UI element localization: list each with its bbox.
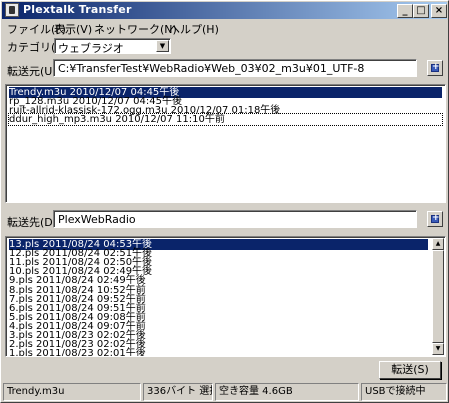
- menu-help[interactable]: ヘルプ(H): [169, 21, 219, 37]
- menu-view[interactable]: 表示(V): [54, 21, 92, 37]
- add-folder-icon: [431, 213, 440, 223]
- destination-field[interactable]: PlexWebRadio: [53, 210, 417, 228]
- transfer-button[interactable]: 転送(S): [379, 361, 441, 379]
- list-item[interactable]: ddur_high_mp3.m3u 2010/12/07 11:10午前: [8, 113, 443, 127]
- scroll-up-icon[interactable]: ▲: [432, 238, 444, 250]
- close-button[interactable]: ×: [431, 4, 447, 18]
- status-connection: USBで接続中: [361, 383, 447, 401]
- list-item[interactable]: 1.pls 2011/08/23 02:01午後: [9, 348, 146, 356]
- app-icon: [5, 3, 19, 17]
- status-file: Trendy.m3u: [3, 383, 141, 401]
- category-select[interactable]: ウェブラジオ ▼: [54, 38, 171, 55]
- add-folder-icon: [431, 62, 440, 72]
- source-path-value: C:¥TransferTest¥WebRadio¥Web_03¥02_m3u¥0…: [58, 62, 365, 75]
- menu-bar: ファイル(F) 表示(V) ネットワーク(N) ヘルプ(H): [2, 19, 447, 36]
- category-value: ウェブラジオ: [58, 42, 124, 55]
- browse-destination-button[interactable]: [427, 211, 443, 227]
- destination-value: PlexWebRadio: [58, 213, 136, 226]
- window-title: Plextalk Transfer: [23, 3, 132, 16]
- menu-network[interactable]: ネットワーク(N): [94, 21, 177, 37]
- status-free-space: 空き容量 4.6GB: [215, 383, 359, 401]
- dest-scrollbar[interactable]: ▲ ▼: [432, 238, 444, 355]
- status-size: 336バイト 選択中: [143, 383, 213, 401]
- browse-source-button[interactable]: [427, 60, 443, 76]
- title-bar: Plextalk Transfer _ □ ×: [2, 2, 447, 19]
- source-file-list[interactable]: Trendy.m3u 2010/12/07 04:45午後 rp_128.m3u …: [5, 84, 446, 203]
- source-path-field[interactable]: C:¥TransferTest¥WebRadio¥Web_03¥02_m3u¥0…: [53, 59, 417, 77]
- scroll-thumb[interactable]: [432, 250, 444, 343]
- maximize-button[interactable]: □: [413, 4, 429, 18]
- minimize-button[interactable]: _: [397, 4, 413, 18]
- chevron-down-icon[interactable]: ▼: [156, 40, 169, 52]
- scroll-down-icon[interactable]: ▼: [432, 343, 444, 355]
- destination-file-list[interactable]: ▲ ▼ 13.pls 2011/08/24 04:53午後 12.pls 2011…: [5, 236, 446, 357]
- app-window: Plextalk Transfer _ □ × ファイル(F) 表示(V) ネッ…: [0, 0, 449, 403]
